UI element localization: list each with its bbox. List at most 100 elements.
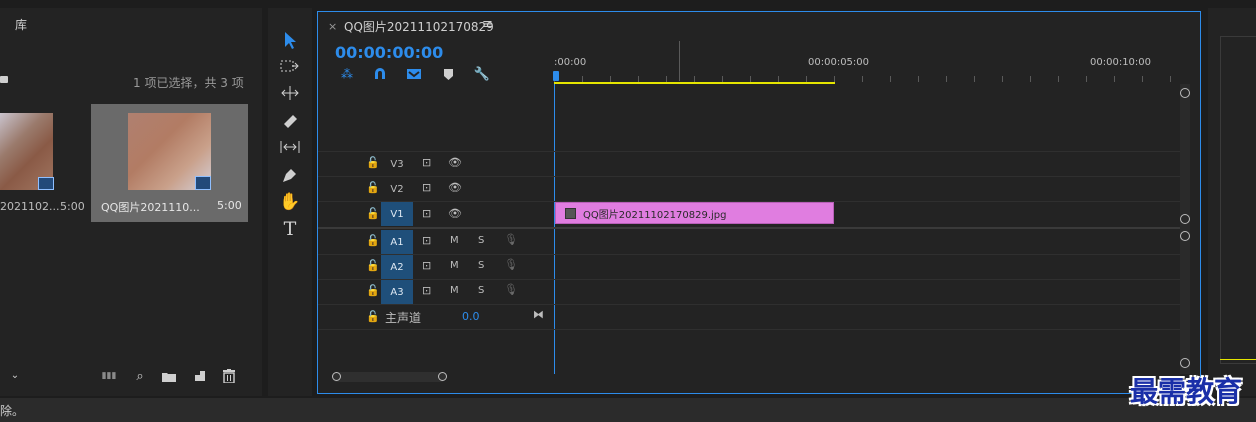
search-icon[interactable]: ⌕ [133,369,147,384]
scroll-handle-top[interactable] [1180,88,1190,98]
lock-icon[interactable]: 🔓 [366,259,380,272]
zoom-handle-left[interactable] [332,372,341,381]
microphone-icon[interactable]: 🎙 [504,283,518,296]
linked-selection-icon[interactable] [405,66,423,82]
sync-lock-icon[interactable]: ⊡ [422,181,431,194]
sort-icon[interactable]: ▮▮▮ [100,371,118,381]
go-to-in-out-icon[interactable]: ⧓ [533,308,544,321]
solo-button[interactable]: S [478,235,484,246]
lock-icon[interactable]: 🔓 [366,284,380,297]
meter-frame [1220,36,1256,364]
image-badge-icon [38,177,54,190]
list-view-icon[interactable] [0,76,8,83]
audio-track-a1[interactable]: 🔓 A1 ⊡ M S 🎙 [318,229,554,254]
solo-button[interactable]: S [478,260,484,271]
status-bar: 除。 [0,398,1256,422]
time-ruler[interactable]: :00:00 00:00:05:00 00:00:10:00 [553,40,1180,84]
wrench-settings-icon[interactable]: 🔧 [473,66,491,82]
scroll-handle-bottom[interactable] [1180,358,1190,368]
snap-magnet-icon[interactable] [371,66,389,82]
item-name: 2021102... [0,200,60,213]
track-label[interactable]: A1 [381,230,413,254]
playhead-timecode[interactable]: 00:00:00:00 [335,43,443,62]
panel-menu-icon[interactable]: ≡ [482,17,493,32]
item-duration: 5:00 [60,200,85,213]
lock-icon[interactable]: 🔓 [366,207,380,220]
meter-level-line [1220,359,1256,360]
watermark-text: 最需教育 [1130,375,1243,408]
item-name: QQ图片2021110... [101,201,200,214]
close-tab-icon[interactable]: × [328,20,337,33]
ripple-edit-tool-icon[interactable] [278,81,302,105]
track-label[interactable]: V3 [381,152,413,176]
master-track-label: 主声道 [385,311,422,325]
lock-icon[interactable]: 🔓 [366,156,380,169]
project-panel-title[interactable]: 库 [15,16,27,33]
playhead-handle[interactable] [553,71,559,81]
ruler-label: 00:00:05:00 [808,57,870,68]
track-label[interactable]: V2 [381,177,413,201]
sync-lock-icon[interactable]: ⊡ [422,234,431,247]
eye-icon[interactable]: 👁 [448,181,462,194]
playhead-line [554,84,555,374]
fx-badge-icon [565,208,576,219]
hand-tool-icon[interactable]: ✋ [278,190,302,214]
chevron-down-icon[interactable]: ⌄ [8,368,22,382]
work-area-bar[interactable] [554,82,835,84]
ruler-label: 00:00:10:00 [1090,57,1152,68]
video-track-v2[interactable]: 🔓 V2 ⊡ 👁 [318,176,554,201]
solo-button[interactable]: S [478,285,484,296]
mute-button[interactable]: M [450,285,459,296]
horizontal-scrollbar[interactable] [332,372,447,382]
sync-lock-icon[interactable]: ⊡ [422,284,431,297]
tools-panel: ✋ T [268,8,312,396]
scroll-handle-mid[interactable] [1180,214,1190,224]
slip-tool-icon[interactable] [278,135,302,159]
pen-tool-icon[interactable] [278,163,302,187]
image-badge-icon [195,176,211,190]
sync-lock-icon[interactable]: ⊡ [422,207,431,220]
project-item[interactable]: QQ图片2021110... 5:00 [91,104,248,222]
razor-tool-icon[interactable] [278,109,302,133]
item-duration: 5:00 [217,199,242,212]
eye-icon[interactable]: 👁 [448,207,462,220]
lock-icon[interactable]: 🔓 [366,234,380,247]
ruler-center-marker [679,41,680,81]
sync-lock-icon[interactable]: ⊡ [422,259,431,272]
zoom-handle-right[interactable] [438,372,447,381]
vertical-scrollbar[interactable] [1180,84,1190,374]
selection-tool-icon[interactable] [278,28,302,52]
microphone-icon[interactable]: 🎙 [504,258,518,271]
sync-lock-icon[interactable]: ⊡ [422,156,431,169]
microphone-icon[interactable]: 🎙 [504,233,518,246]
status-text: 除。 [0,404,25,418]
project-item[interactable]: 2021102... 5:00 [0,104,88,222]
clip-name: QQ图片20211102170829.jpg [583,210,727,221]
track-label[interactable]: A3 [381,280,413,304]
trash-icon[interactable] [222,368,236,383]
audio-track-a3[interactable]: 🔓 A3 ⊡ M S 🎙 [318,279,554,304]
video-track-v1[interactable]: 🔓 V1 ⊡ 👁 [318,201,554,227]
mute-button[interactable]: M [450,260,459,271]
lock-icon[interactable]: 🔓 [366,181,380,194]
eye-icon[interactable]: 👁 [448,156,462,169]
project-panel: 库 1 项已选择，共 3 项 2021102... 5:00 QQ图片20211… [0,8,262,396]
audio-track-a2[interactable]: 🔓 A2 ⊡ M S 🎙 [318,254,554,279]
new-item-icon[interactable] [193,369,207,383]
timeline-clip[interactable]: QQ图片20211102170829.jpg [555,202,834,224]
add-marker-icon[interactable] [439,66,457,82]
master-volume-value[interactable]: 0.0 [462,310,480,323]
master-track[interactable]: 🔓 主声道 0.0 ⧓ [318,304,554,329]
ruler-label: :00:00 [554,57,587,68]
track-target-toggle[interactable]: V1 [381,202,413,226]
type-tool-icon[interactable]: T [278,217,302,241]
video-track-v3[interactable]: 🔓 V3 ⊡ 👁 [318,151,554,176]
new-bin-icon[interactable] [162,370,176,382]
mute-button[interactable]: M [450,235,459,246]
lock-icon[interactable]: 🔓 [366,310,380,323]
track-select-tool-icon[interactable] [278,54,302,78]
nest-sequence-icon[interactable]: ⁂ [338,66,356,82]
track-label[interactable]: A2 [381,255,413,279]
scroll-handle-mid[interactable] [1180,231,1190,241]
sequence-tab-title[interactable]: QQ图片20211102170829 [344,18,494,35]
